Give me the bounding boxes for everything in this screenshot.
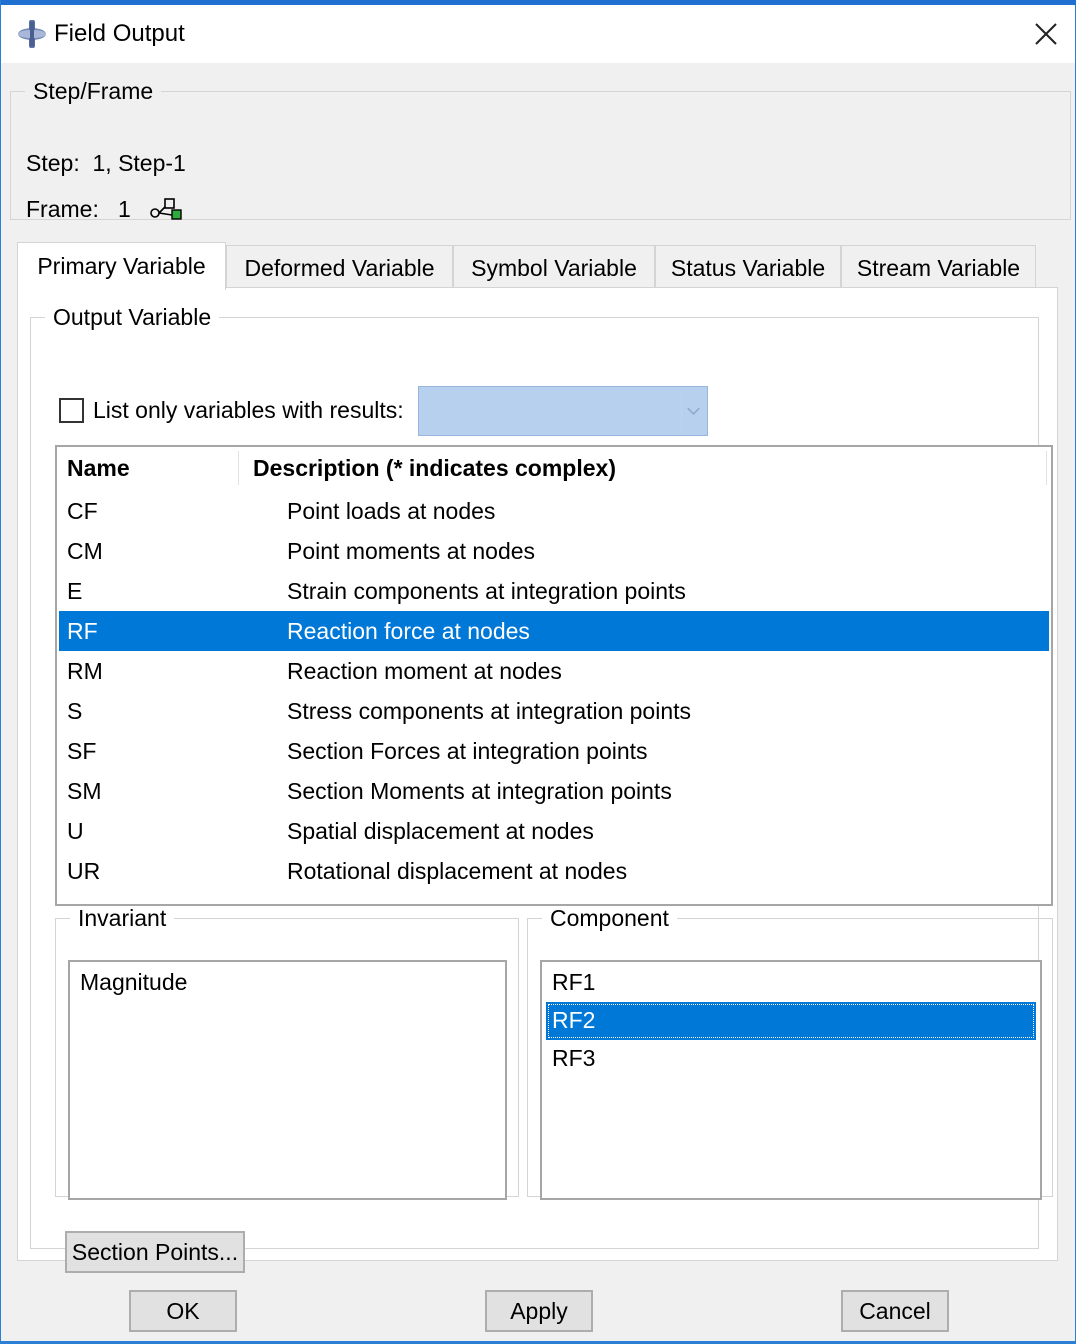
step-label: Step:: [26, 150, 80, 176]
variable-description: Section Forces at integration points: [287, 738, 648, 764]
variable-description: Spatial displacement at nodes: [287, 818, 594, 844]
output-variable-group: Output Variable List only variables with…: [30, 304, 1053, 1273]
variable-name: SM: [67, 778, 102, 804]
table-row[interactable]: UR Rotational displacement at nodes: [59, 851, 1049, 891]
chevron-down-icon[interactable]: [681, 389, 705, 433]
list-only-checkbox[interactable]: [59, 398, 84, 423]
component-group: Component RF1 RF2 RF3: [527, 905, 1053, 1200]
variable-name: SF: [67, 738, 97, 764]
tab-strip: Primary Variable Deformed Variable Symbo…: [17, 242, 1057, 290]
tab-stream-variable[interactable]: Stream Variable: [841, 245, 1036, 289]
title-bar[interactable]: Field Output: [1, 5, 1075, 63]
variable-name: CF: [67, 498, 98, 524]
variable-name: CM: [67, 538, 103, 564]
column-divider: [1046, 451, 1047, 485]
table-row[interactable]: S Stress components at integration points: [59, 691, 1049, 731]
table-header: Name Description (* indicates complex): [57, 447, 1051, 489]
abaqus-app-icon: [18, 20, 46, 48]
table-row[interactable]: SM Section Moments at integration points: [59, 771, 1049, 811]
variable-description: Rotational displacement at nodes: [287, 858, 628, 884]
frame-value: 1: [118, 196, 131, 222]
variable-description: Strain components at integration points: [287, 578, 686, 604]
primary-variable-panel: Output Variable List only variables with…: [17, 287, 1058, 1273]
variable-description: Section Moments at integration points: [287, 778, 672, 804]
column-header-description[interactable]: Description (* indicates complex): [253, 455, 616, 482]
variable-name: RF: [67, 618, 98, 644]
frame-label: Frame:: [26, 196, 99, 222]
invariant-legend: Invariant: [78, 905, 167, 931]
invariant-list: Magnitude: [68, 960, 507, 1200]
variable-description: Stress components at integration points: [287, 698, 692, 724]
table-row[interactable]: CM Point moments at nodes: [59, 531, 1049, 571]
tab-symbol-variable[interactable]: Symbol Variable: [453, 245, 655, 289]
component-item[interactable]: RF2: [546, 1002, 1036, 1040]
column-header-name[interactable]: Name: [67, 455, 130, 482]
list-only-label: List only variables with results:: [93, 397, 404, 423]
variable-name: UR: [67, 858, 101, 884]
cancel-button[interactable]: Cancel: [841, 1290, 949, 1332]
results-dropdown[interactable]: [418, 386, 708, 436]
step-frame-legend: Step/Frame: [33, 78, 154, 104]
variable-description: Reaction force at nodes: [287, 618, 530, 644]
frame-row: Frame: 1: [26, 196, 131, 223]
variable-table: Name Description (* indicates complex) C…: [55, 445, 1053, 906]
table-row[interactable]: CF Point loads at nodes: [59, 491, 1049, 531]
window-title: Field Output: [54, 20, 185, 47]
step-value: 1, Step-1: [92, 150, 186, 176]
ok-button[interactable]: OK: [129, 1290, 237, 1332]
tab-deformed-variable[interactable]: Deformed Variable: [226, 245, 453, 289]
apply-button[interactable]: Apply: [485, 1290, 593, 1332]
variable-description: Point loads at nodes: [287, 498, 496, 524]
variable-name: U: [67, 818, 84, 844]
component-legend: Component: [550, 905, 669, 931]
section-points-button[interactable]: Section Points...: [65, 1231, 245, 1273]
tab-primary-variable[interactable]: Primary Variable: [17, 242, 226, 290]
step-frame-group: Step/Frame Step: 1, Step-1 Frame: 1: [10, 78, 1071, 223]
table-row[interactable]: E Strain components at integration points: [59, 571, 1049, 611]
invariant-group: Invariant Magnitude: [55, 905, 519, 1200]
table-row[interactable]: U Spatial displacement at nodes: [59, 811, 1049, 851]
component-item[interactable]: RF3: [546, 1040, 1036, 1078]
output-variable-legend: Output Variable: [53, 304, 212, 330]
variable-description: Point moments at nodes: [287, 538, 536, 564]
table-row[interactable]: RF Reaction force at nodes: [59, 611, 1049, 651]
component-list: RF1 RF2 RF3: [540, 960, 1042, 1200]
variable-name: E: [67, 578, 83, 604]
field-output-dialog: Field Output Step/Frame Step: 1, Step-1 …: [0, 0, 1076, 1344]
tab-status-variable[interactable]: Status Variable: [655, 245, 841, 289]
table-row[interactable]: SF Section Forces at integration points: [59, 731, 1049, 771]
invariant-item[interactable]: Magnitude: [74, 964, 501, 1002]
table-row[interactable]: RM Reaction moment at nodes: [59, 651, 1049, 691]
variable-name: S: [67, 698, 83, 724]
variable-description: Reaction moment at nodes: [287, 658, 562, 684]
column-divider: [238, 451, 239, 485]
step-row: Step: 1, Step-1: [26, 150, 186, 177]
component-item[interactable]: RF1: [546, 964, 1036, 1002]
frame-select-icon[interactable]: [149, 196, 183, 222]
variable-name: RM: [67, 658, 103, 684]
close-icon[interactable]: [1027, 15, 1065, 53]
